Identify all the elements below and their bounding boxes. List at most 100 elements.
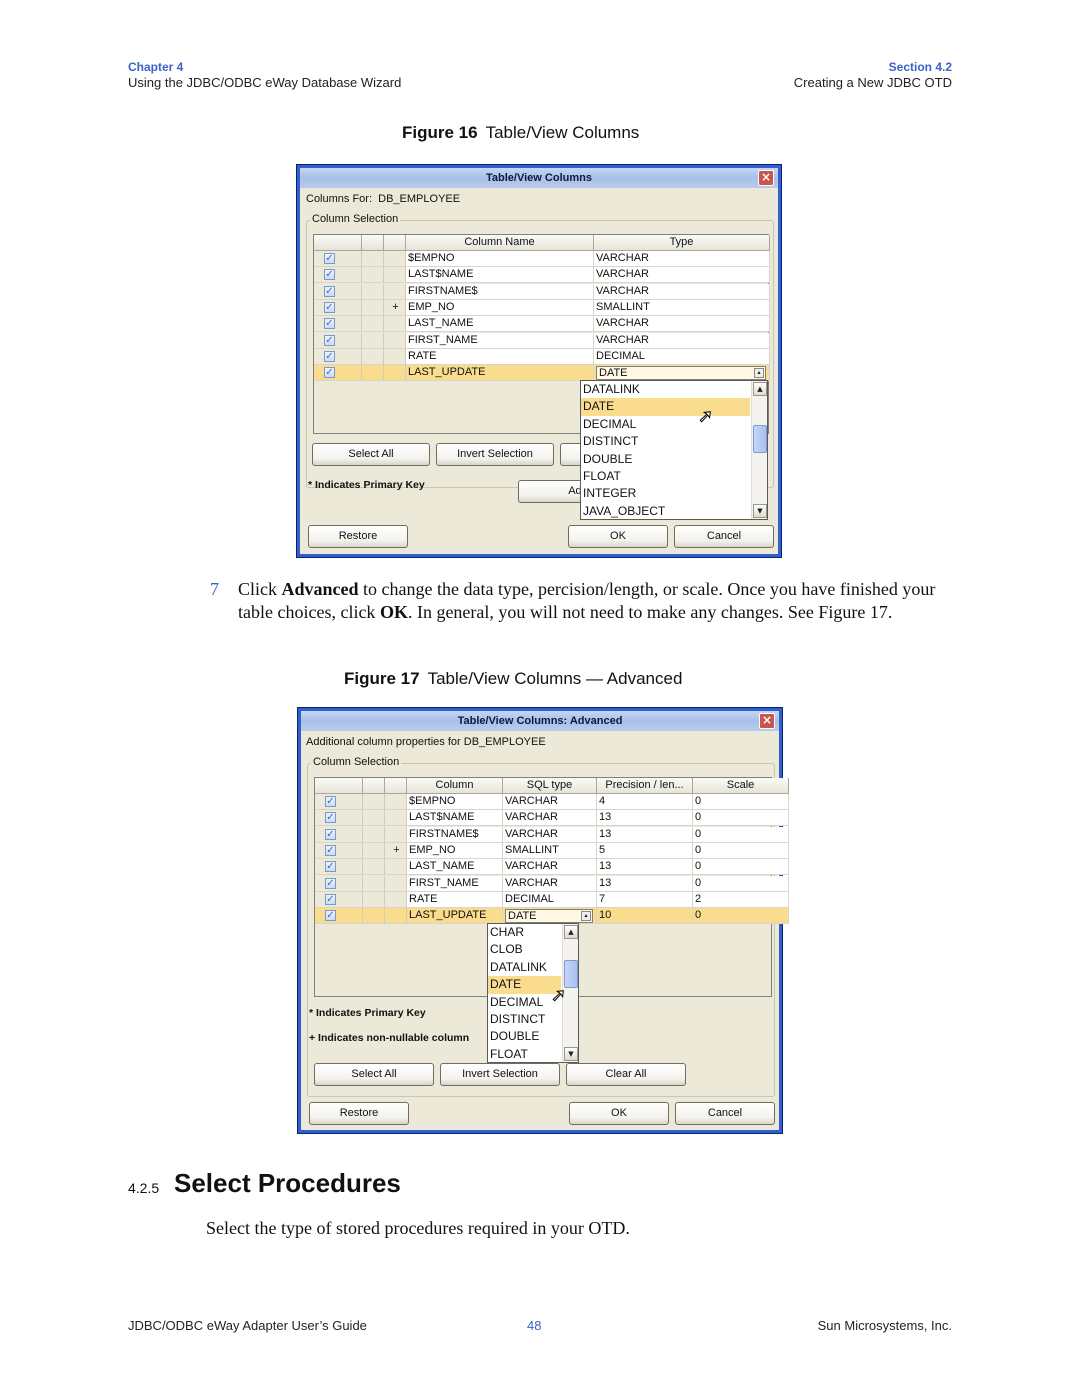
scroll-down-icon[interactable]: ▼: [564, 1047, 578, 1061]
table-row[interactable]: ✓ LAST$NAME VARCHAR: [314, 267, 770, 284]
checkbox[interactable]: ✓: [324, 350, 335, 362]
scroll-up-icon[interactable]: ▲: [564, 925, 578, 939]
checkbox-cell[interactable]: ✓: [314, 283, 362, 300]
close-icon[interactable]: ×: [758, 170, 774, 186]
column-header[interactable]: Type: [594, 235, 770, 251]
ok-button[interactable]: OK: [569, 1102, 669, 1125]
checkbox[interactable]: ✓: [324, 285, 335, 297]
dropdown-option[interactable]: DISTINCT: [581, 433, 750, 450]
column-header[interactable]: [362, 235, 384, 251]
dropdown-option[interactable]: CLOB: [488, 941, 561, 958]
checkbox-cell[interactable]: ✓: [314, 348, 362, 365]
table-row[interactable]: ✓ RATE DECIMAL: [314, 348, 770, 365]
dropdown-option[interactable]: DISTINCT: [488, 1011, 561, 1028]
dropdown-option[interactable]: DATALINK: [488, 959, 561, 976]
checkbox[interactable]: ✓: [325, 844, 336, 856]
type-combobox[interactable]: DATE ▴: [596, 366, 766, 381]
table-row[interactable]: ✓ LAST_UPDATE DATE ▴ 10 0: [315, 908, 789, 925]
checkbox[interactable]: ✓: [324, 253, 335, 264]
checkbox[interactable]: ✓: [325, 828, 336, 840]
column-header[interactable]: Column Name: [406, 235, 594, 251]
table-row[interactable]: ✓ LAST_NAME VARCHAR 13 0: [315, 859, 789, 876]
checkbox-cell[interactable]: ✓: [315, 875, 363, 892]
dropdown-option[interactable]: DATALINK: [581, 381, 750, 398]
checkbox-cell[interactable]: ✓: [315, 859, 363, 876]
checkbox-cell[interactable]: ✓: [315, 842, 363, 859]
dropdown-option[interactable]: FLOAT: [581, 468, 750, 485]
checkbox[interactable]: ✓: [325, 910, 336, 922]
checkbox-cell[interactable]: ✓: [314, 251, 362, 267]
scroll-up-icon[interactable]: ▲: [753, 382, 767, 396]
column-header[interactable]: Scale: [693, 778, 789, 794]
select-all-button[interactable]: Select All: [314, 1063, 434, 1086]
dropdown-option[interactable]: DECIMAL: [581, 416, 750, 433]
clear-all-button[interactable]: Clear All: [566, 1063, 686, 1086]
scroll-thumb[interactable]: [564, 960, 578, 988]
checkbox-cell[interactable]: ✓: [314, 365, 362, 382]
checkbox-cell[interactable]: ✓: [314, 267, 362, 284]
checkbox-cell[interactable]: ✓: [315, 826, 363, 843]
restore-button[interactable]: Restore: [308, 525, 408, 548]
cancel-button[interactable]: Cancel: [675, 1102, 775, 1125]
column-header[interactable]: [314, 235, 362, 251]
checkbox[interactable]: ✓: [325, 877, 336, 889]
table-row[interactable]: ✓ FIRST_NAME VARCHAR: [314, 332, 770, 349]
checkbox-cell[interactable]: ✓: [314, 299, 362, 316]
table-row[interactable]: ✓ + EMP_NO SMALLINT: [314, 299, 770, 316]
checkbox[interactable]: ✓: [324, 367, 335, 379]
scroll-down-icon[interactable]: ▼: [753, 504, 767, 518]
close-icon[interactable]: ×: [759, 713, 775, 729]
dropdown-option[interactable]: DATE: [581, 398, 750, 416]
dropdown-arrow-icon[interactable]: ▴: [581, 911, 591, 922]
column-header[interactable]: SQL type: [503, 778, 597, 794]
column-header[interactable]: [315, 778, 363, 794]
checkbox[interactable]: ✓: [325, 861, 336, 873]
column-header[interactable]: Column: [407, 778, 503, 794]
dropdown-option[interactable]: FLOAT: [488, 1046, 561, 1063]
invert-selection-button[interactable]: Invert Selection: [440, 1063, 560, 1086]
table-row[interactable]: ✓ FIRSTNAME$ VARCHAR 13 0: [315, 826, 789, 843]
checkbox-cell[interactable]: ✓: [314, 316, 362, 333]
table-row[interactable]: ✓ RATE DECIMAL 7 2: [315, 891, 789, 908]
restore-button[interactable]: Restore: [309, 1102, 409, 1125]
table-row[interactable]: ✓ FIRST_NAME VARCHAR 13 0: [315, 875, 789, 892]
checkbox-cell[interactable]: ✓: [314, 332, 362, 349]
table-row[interactable]: ✓ LAST$NAME VARCHAR 13 0: [315, 810, 789, 827]
dropdown-arrow-icon[interactable]: ▴: [754, 368, 764, 379]
checkbox[interactable]: ✓: [324, 301, 335, 313]
invert-selection-button[interactable]: Invert Selection: [436, 443, 554, 466]
scrollbar[interactable]: ▲ ▼: [751, 381, 767, 519]
dropdown-option[interactable]: DOUBLE: [581, 451, 750, 468]
cancel-button[interactable]: Cancel: [674, 525, 774, 548]
column-header[interactable]: [384, 235, 406, 251]
table-row[interactable]: ✓ FIRSTNAME$ VARCHAR: [314, 283, 770, 300]
figure-16-caption: Figure 16 Table/View Columns: [402, 123, 639, 143]
checkbox[interactable]: ✓: [324, 269, 335, 281]
table-row[interactable]: ✓ + EMP_NO SMALLINT 5 0: [315, 842, 789, 859]
table-row[interactable]: ✓ LAST_UPDATE DATE ▴: [314, 365, 770, 382]
dropdown-option[interactable]: JAVA_OBJECT: [581, 503, 750, 520]
scroll-thumb[interactable]: [753, 425, 767, 453]
checkbox[interactable]: ✓: [325, 796, 336, 807]
checkbox[interactable]: ✓: [324, 334, 335, 346]
table-row[interactable]: ✓ LAST_NAME VARCHAR: [314, 316, 770, 333]
checkbox[interactable]: ✓: [324, 318, 335, 330]
checkbox[interactable]: ✓: [325, 893, 336, 905]
table-row[interactable]: ✓ $EMPNO VARCHAR 4 0: [315, 794, 789, 810]
ok-button[interactable]: OK: [568, 525, 668, 548]
checkbox-cell[interactable]: ✓: [315, 908, 363, 925]
checkbox-cell[interactable]: ✓: [315, 794, 363, 810]
checkbox-cell[interactable]: ✓: [315, 891, 363, 908]
type-dropdown-list[interactable]: DATALINK DATE DECIMAL DISTINCT DOUBLE FLOAT IN…: [580, 380, 768, 520]
column-header[interactable]: [363, 778, 385, 794]
dropdown-option[interactable]: INTEGER: [581, 485, 750, 502]
type-combobox[interactable]: DATE ▴: [505, 909, 593, 924]
dropdown-option[interactable]: CHAR: [488, 924, 561, 941]
dropdown-option[interactable]: DOUBLE: [488, 1028, 561, 1045]
checkbox-cell[interactable]: ✓: [315, 810, 363, 827]
column-header[interactable]: [385, 778, 407, 794]
checkbox[interactable]: ✓: [325, 812, 336, 824]
column-header[interactable]: Precision / len...: [597, 778, 693, 794]
table-row[interactable]: ✓ $EMPNO VARCHAR: [314, 251, 770, 267]
select-all-button[interactable]: Select All: [312, 443, 430, 466]
